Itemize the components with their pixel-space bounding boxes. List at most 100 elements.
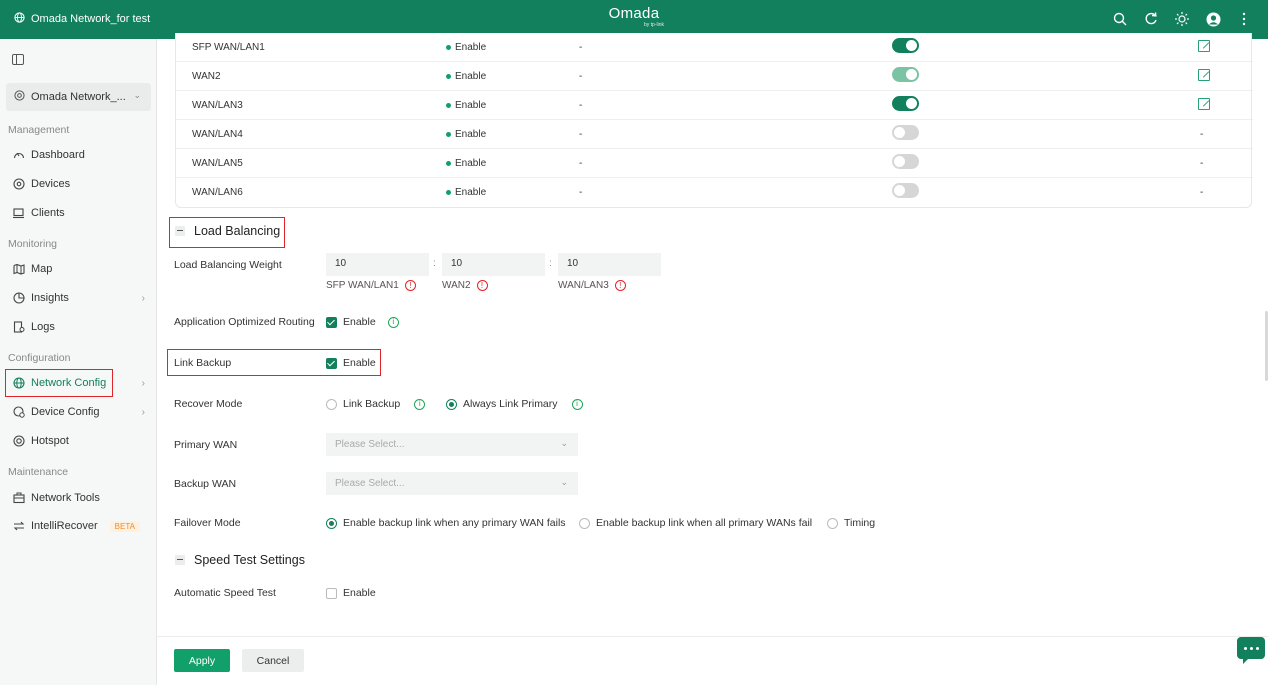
app-routing-option: Enable — [343, 316, 376, 328]
speed-test-title: Speed Test Settings — [194, 553, 305, 567]
sidebar-item-label: Insights — [31, 292, 69, 304]
site-selector-label: Omada Network_... — [31, 91, 126, 103]
sidebar-item-devices[interactable]: Devices — [6, 171, 151, 197]
sidebar-item-insights[interactable]: Insights › — [6, 285, 151, 311]
avatar-icon[interactable] — [1205, 10, 1221, 28]
sidebar-collapse-icon[interactable] — [12, 54, 24, 65]
sidebar-item-dashboard[interactable]: Dashboard — [6, 142, 151, 168]
wan-toggle[interactable] — [892, 125, 919, 140]
beta-badge: BETA — [109, 520, 140, 532]
status-dot-icon — [446, 45, 451, 50]
wan-col3: - — [579, 42, 583, 53]
wan-toggle[interactable] — [892, 183, 919, 198]
wan-name: WAN/LAN5 — [192, 158, 243, 169]
toolbox-icon — [12, 492, 25, 505]
weight-input-1[interactable]: 10 — [326, 253, 429, 276]
collapse-icon[interactable] — [175, 226, 185, 236]
wan-toggle[interactable] — [892, 67, 919, 82]
status-dot-icon — [446, 132, 451, 137]
device-config-icon — [12, 406, 25, 419]
section-monitoring: Monitoring — [8, 238, 58, 250]
info-icon[interactable]: i — [571, 398, 583, 410]
more-icon[interactable] — [1236, 10, 1252, 28]
info-icon[interactable]: i — [387, 316, 399, 328]
chat-icon[interactable] — [1237, 637, 1265, 664]
sidebar-item-clients[interactable]: Clients — [6, 200, 151, 226]
weight-label-1: SFP WAN/LAN1 ! — [326, 280, 416, 291]
wan-toggle[interactable] — [892, 154, 919, 169]
weight-input-3[interactable]: 10 — [558, 253, 661, 276]
checkbox-checked-icon[interactable] — [326, 316, 337, 328]
wan-status: Enable — [446, 158, 486, 169]
warning-icon[interactable]: ! — [614, 280, 626, 291]
link-backup-option: Enable — [343, 357, 376, 369]
brand-name: Omada — [608, 5, 660, 22]
cancel-button[interactable]: Cancel — [242, 649, 304, 672]
table-row: WAN/LAN4 Enable - - — [176, 120, 1253, 149]
checkbox-checked-icon[interactable] — [326, 357, 337, 369]
theme-icon[interactable] — [1174, 10, 1190, 28]
sidebar-item-label: Map — [31, 263, 53, 275]
weight-input-2[interactable]: 10 — [442, 253, 545, 276]
status-dot-icon — [446, 103, 451, 108]
radio-selected-icon[interactable] — [446, 398, 457, 410]
sidebar-item-label: IntelliRecover — [31, 520, 98, 532]
sidebar-item-map[interactable]: Map — [6, 256, 151, 282]
sidebar-item-intellirecover[interactable]: IntelliRecover BETA — [6, 513, 151, 539]
edit-icon[interactable] — [1198, 98, 1210, 110]
sidebar-item-label: Devices — [31, 178, 71, 190]
sidebar-item-network-tools[interactable]: Network Tools — [6, 485, 151, 511]
header-icons — [1112, 10, 1252, 28]
recover-option-always-primary[interactable]: Always Link Primary i — [446, 398, 583, 410]
radio-icon[interactable] — [827, 517, 838, 529]
auto-speed-test-checkbox[interactable]: Enable — [326, 587, 376, 599]
warning-icon[interactable]: ! — [404, 280, 416, 291]
radio-selected-icon[interactable] — [326, 517, 337, 529]
edit-icon[interactable] — [1198, 40, 1210, 52]
dashboard-icon — [12, 149, 25, 162]
status-dot-icon — [446, 74, 451, 79]
status-dot-icon — [446, 161, 451, 166]
sidebar: Omada Network_... ⌄ Management Dashboard… — [0, 39, 157, 685]
recover-option-link-backup[interactable]: Link Backup i — [326, 398, 426, 410]
refresh-icon[interactable] — [1143, 10, 1159, 28]
radio-icon[interactable] — [579, 517, 590, 529]
logs-icon — [12, 321, 25, 334]
backup-wan-select[interactable]: Please Select... ⌄ — [326, 472, 578, 495]
apply-button[interactable]: Apply — [174, 649, 230, 672]
sidebar-item-device-config[interactable]: Device Config › — [6, 399, 151, 425]
collapse-icon[interactable] — [175, 555, 185, 565]
radio-icon[interactable] — [326, 398, 337, 410]
warning-icon[interactable]: ! — [476, 280, 488, 291]
link-backup-checkbox[interactable]: Enable — [326, 357, 376, 369]
speed-test-header[interactable]: Speed Test Settings — [175, 553, 305, 567]
search-icon[interactable] — [1112, 10, 1128, 28]
wan-name: SFP WAN/LAN1 — [192, 42, 265, 53]
edit-icon[interactable] — [1198, 69, 1210, 81]
site-selector[interactable]: Omada Network_... ⌄ — [6, 83, 151, 111]
sidebar-item-hotspot[interactable]: Hotspot — [6, 428, 151, 454]
wan-action: - — [1200, 129, 1204, 140]
load-balancing-header[interactable]: Load Balancing — [175, 224, 280, 238]
wan-toggle[interactable] — [892, 96, 919, 111]
load-balancing-title: Load Balancing — [194, 224, 281, 238]
checkbox-icon[interactable] — [326, 587, 337, 599]
failover-option-label: Enable backup link when all primary WANs… — [596, 517, 813, 529]
primary-wan-select[interactable]: Please Select... ⌄ — [326, 433, 578, 456]
wan-status-label: Enable — [455, 129, 487, 140]
sidebar-item-logs[interactable]: Logs — [6, 314, 151, 340]
sidebar-item-network-config[interactable]: Network Config › — [5, 369, 151, 397]
wan-col3: - — [579, 158, 583, 169]
failover-option-timing[interactable]: Timing — [827, 517, 875, 529]
app-routing-checkbox[interactable]: Enable i — [326, 316, 399, 328]
sidebar-item-label: Hotspot — [31, 435, 69, 447]
status-dot-icon — [446, 190, 451, 195]
wan-col3: - — [579, 100, 583, 111]
failover-option-label: Timing — [844, 517, 876, 529]
wan-name: WAN/LAN6 — [192, 187, 243, 198]
failover-option-any[interactable]: Enable backup link when any primary WAN … — [326, 517, 566, 529]
failover-option-all[interactable]: Enable backup link when all primary WANs… — [579, 517, 812, 529]
info-icon[interactable]: i — [414, 398, 426, 410]
chevron-right-icon: › — [141, 377, 145, 389]
wan-toggle[interactable] — [892, 38, 919, 53]
